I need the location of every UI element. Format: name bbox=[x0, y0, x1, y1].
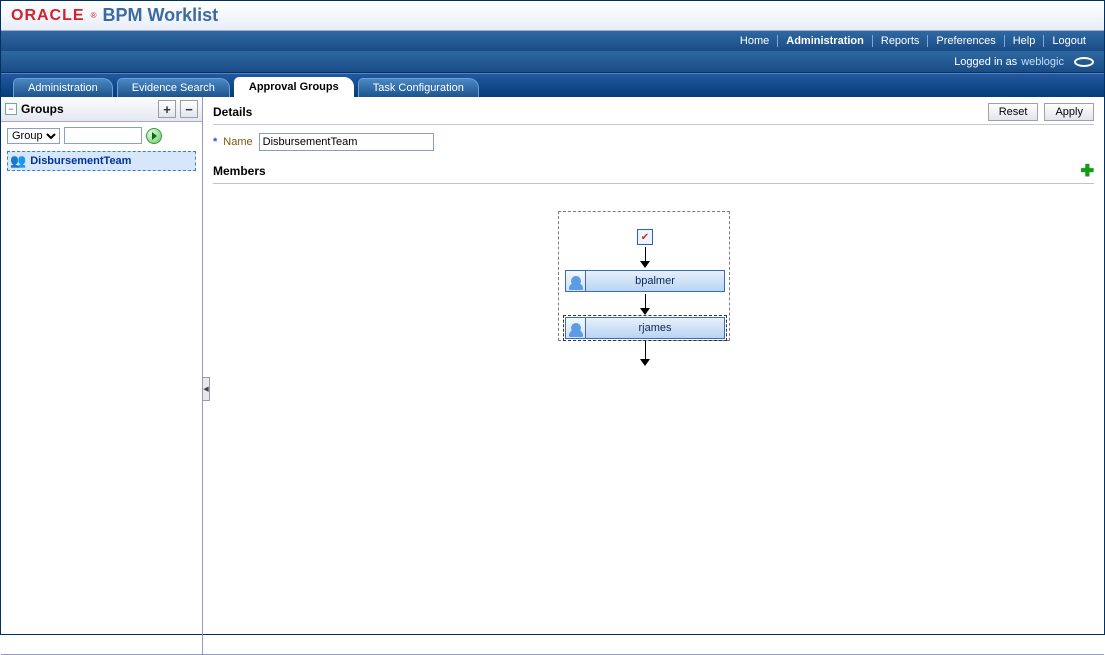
nav-link-preferences[interactable]: Preferences bbox=[928, 35, 1004, 47]
members-header: Members ✚ bbox=[203, 155, 1104, 183]
global-nav: HomeAdministrationReportsPreferencesHelp… bbox=[1, 31, 1104, 51]
main-panel: Details Reset Apply * Name Members ✚ bpa… bbox=[203, 97, 1104, 655]
user-icon bbox=[566, 271, 586, 291]
flow-column: bpalmer rjames bbox=[505, 197, 785, 368]
tab-approval-groups[interactable]: Approval Groups bbox=[234, 77, 354, 97]
flow-arrow-icon bbox=[640, 294, 650, 315]
user-icon bbox=[566, 318, 586, 338]
start-node-icon[interactable] bbox=[637, 229, 653, 245]
name-label: Name bbox=[223, 136, 252, 148]
sidebar: − Groups + − Group 👥 DisbursementTeam bbox=[1, 97, 203, 655]
nav-link-home[interactable]: Home bbox=[732, 35, 778, 47]
tab-task-configuration[interactable]: Task Configuration bbox=[358, 78, 479, 97]
login-user: weblogic bbox=[1021, 56, 1064, 68]
splitter-handle[interactable] bbox=[202, 377, 210, 401]
nav-link-help[interactable]: Help bbox=[1005, 35, 1045, 47]
tab-evidence-search[interactable]: Evidence Search bbox=[117, 78, 230, 97]
flow-arrow-icon bbox=[640, 247, 650, 268]
tab-administration[interactable]: Administration bbox=[13, 78, 113, 97]
nav-link-administration[interactable]: Administration bbox=[778, 35, 873, 47]
members-title: Members bbox=[213, 164, 266, 178]
main-tabs: AdministrationEvidence SearchApproval Gr… bbox=[1, 73, 1104, 97]
apply-button[interactable]: Apply bbox=[1044, 103, 1094, 121]
name-field-row: * Name bbox=[203, 129, 1104, 155]
filter-type-select[interactable]: Group bbox=[7, 128, 60, 144]
collapse-icon[interactable]: − bbox=[5, 103, 17, 115]
details-title: Details bbox=[213, 105, 252, 119]
member-name-label: bpalmer bbox=[586, 275, 724, 287]
member-node[interactable]: bpalmer bbox=[565, 270, 725, 292]
nav-link-logout[interactable]: Logout bbox=[1044, 35, 1094, 47]
login-status-bar: Logged in as weblogic bbox=[1, 51, 1104, 73]
add-group-button[interactable]: + bbox=[158, 100, 176, 118]
nav-link-reports[interactable]: Reports bbox=[873, 35, 929, 47]
filter-go-button[interactable] bbox=[146, 128, 162, 144]
member-node[interactable]: rjames bbox=[565, 317, 725, 339]
sidebar-title: Groups bbox=[21, 102, 64, 116]
reset-button[interactable]: Reset bbox=[988, 103, 1039, 121]
remove-group-button[interactable]: − bbox=[180, 100, 198, 118]
add-member-icon[interactable]: ✚ bbox=[1081, 161, 1094, 181]
login-prefix: Logged in as bbox=[954, 56, 1017, 68]
tree-item[interactable]: 👥 DisbursementTeam bbox=[7, 151, 196, 171]
app-header: ORACLE ® BPM Worklist bbox=[1, 1, 1104, 31]
filter-input[interactable] bbox=[64, 127, 142, 144]
required-icon: * bbox=[213, 136, 217, 148]
app-title: BPM Worklist bbox=[102, 5, 218, 26]
sidebar-header: − Groups + − bbox=[1, 97, 202, 122]
vendor-logo: ORACLE bbox=[11, 7, 85, 25]
groups-tree: 👥 DisbursementTeam bbox=[1, 149, 202, 173]
flow-arrow-icon bbox=[640, 341, 650, 366]
details-header: Details Reset Apply bbox=[203, 97, 1104, 124]
members-canvas: bpalmer rjames bbox=[203, 184, 1104, 654]
sidebar-filter: Group bbox=[1, 122, 202, 149]
trademark-icon: ® bbox=[91, 11, 97, 20]
member-name-label: rjames bbox=[586, 322, 724, 334]
name-input[interactable] bbox=[259, 133, 434, 151]
tree-item-label: DisbursementTeam bbox=[30, 155, 131, 167]
group-icon: 👥 bbox=[10, 153, 26, 169]
divider bbox=[213, 124, 1094, 125]
status-oval-icon[interactable] bbox=[1074, 57, 1094, 67]
content-area: − Groups + − Group 👥 DisbursementTeam Det… bbox=[1, 97, 1104, 655]
